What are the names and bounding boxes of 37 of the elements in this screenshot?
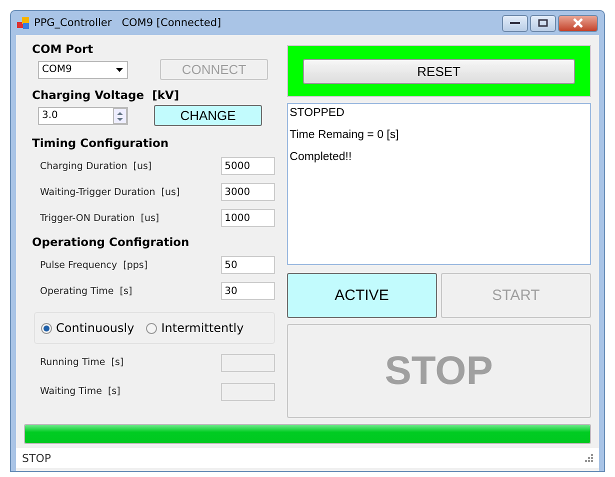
input-field[interactable]: 30 <box>220 282 275 300</box>
caret-icon <box>116 68 123 72</box>
close-icon <box>572 18 584 28</box>
field-label: Pulse Frequency [pps] <box>40 260 148 270</box>
reset-button[interactable]: RESET <box>302 58 575 84</box>
input-field[interactable]: 5000 <box>220 157 275 175</box>
radio-option[interactable]: Continuously <box>41 321 134 335</box>
log-line: STOPPED <box>290 107 346 119</box>
field-label: Charging Duration [us] <box>40 160 152 172</box>
radio-option[interactable]: Intermittently <box>146 321 244 335</box>
resize-grip-icon <box>585 454 593 462</box>
section-heading: Operationg Configration <box>32 235 190 249</box>
active-button[interactable]: ACTIVE <box>286 273 437 318</box>
input-field[interactable]: 1000 <box>220 209 275 227</box>
minimize-button[interactable] <box>502 14 528 32</box>
input-field[interactable]: 50 <box>220 256 275 274</box>
voltage-spinner[interactable]: 3.0 <box>38 106 128 124</box>
port-dropdown[interactable]: COM9 <box>38 60 128 78</box>
section-heading: Timing Configuration <box>32 136 170 150</box>
field-label: Waiting Time [s] <box>40 386 120 397</box>
section-heading: Charging Voltage [kV] <box>32 88 180 102</box>
close-button[interactable] <box>558 14 598 32</box>
input-field[interactable]: 3000 <box>220 183 275 201</box>
field-label: Waiting-Trigger Duration [us] <box>40 186 180 198</box>
maximize-button[interactable] <box>530 14 556 32</box>
log-line: Completed!! <box>290 151 353 163</box>
app-icon <box>17 17 29 29</box>
field-label: Running Time [s] <box>40 357 124 368</box>
field-label: Operating Time [s] <box>40 286 132 296</box>
change-button[interactable]: CHANGE <box>154 105 262 126</box>
status-text: STOP <box>22 452 51 464</box>
section-heading: COM Port <box>32 42 94 56</box>
maximize-icon <box>538 19 548 27</box>
window-title: PPG_Controller COM9 [Connected] <box>34 17 222 29</box>
field-label: Trigger-ON Duration [us] <box>40 212 160 224</box>
minimize-icon <box>510 21 520 25</box>
log-line: Time Remaing = 0 [s] <box>290 129 400 141</box>
